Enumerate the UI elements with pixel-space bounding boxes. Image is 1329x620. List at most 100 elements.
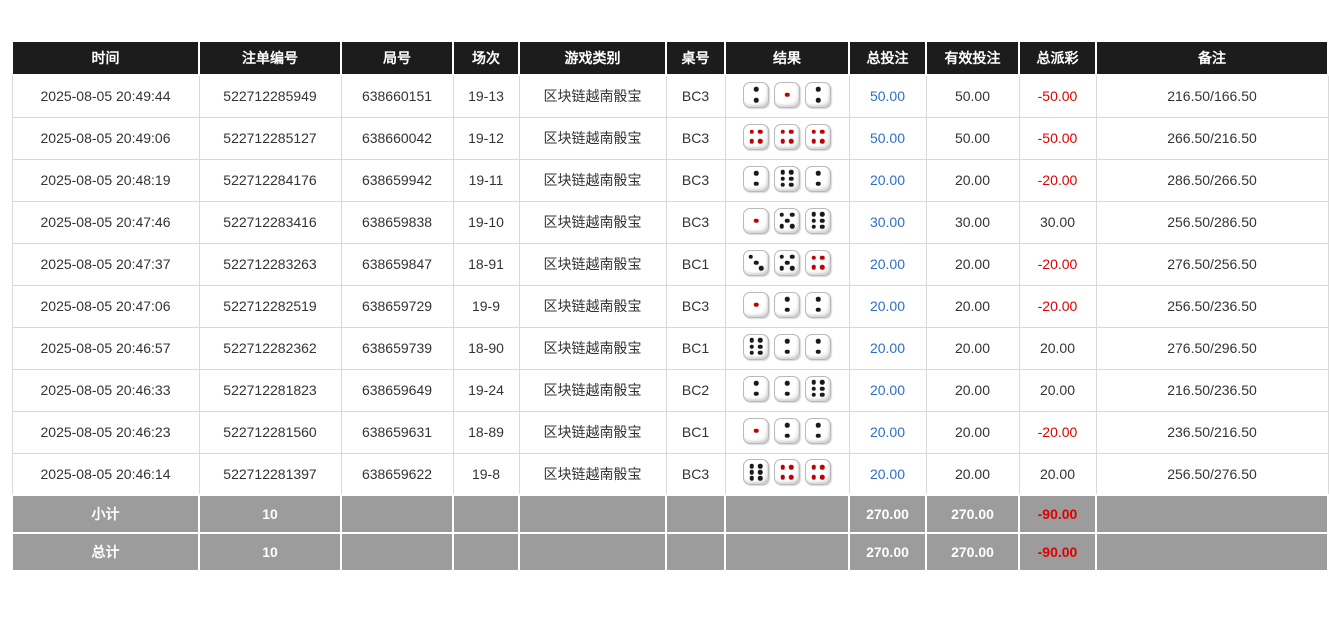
cell-payout: -20.00	[1019, 285, 1096, 327]
die-face-2-icon	[805, 166, 831, 192]
dice-result	[743, 376, 831, 402]
cell-remark: 286.50/266.50	[1096, 159, 1328, 201]
summary-empty-cell	[453, 495, 519, 533]
cell-result	[725, 201, 849, 243]
bet-row: 2025-08-05 20:46:14522712281397638659622…	[12, 453, 1328, 495]
summary-count: 10	[199, 495, 341, 533]
column-header-remark: 备注	[1096, 41, 1328, 75]
summary-empty-cell	[1096, 495, 1328, 533]
total-bet-link[interactable]: 50.00	[870, 88, 905, 104]
cell-session: 18-90	[453, 327, 519, 369]
column-header-valid_bet: 有效投注	[926, 41, 1019, 75]
cell-total_bet[interactable]: 20.00	[849, 243, 926, 285]
summary-empty-cell	[519, 495, 666, 533]
cell-table_no: BC3	[666, 453, 725, 495]
die-face-2-icon	[774, 334, 800, 360]
column-header-round_id: 局号	[341, 41, 453, 75]
cell-session: 19-8	[453, 453, 519, 495]
bet-row: 2025-08-05 20:46:33522712281823638659649…	[12, 369, 1328, 411]
total-bet-link[interactable]: 20.00	[870, 340, 905, 356]
cell-table_no: BC1	[666, 243, 725, 285]
cell-time: 2025-08-05 20:47:06	[12, 285, 199, 327]
die-face-4-icon	[774, 124, 800, 150]
die-face-1-icon	[743, 418, 769, 444]
summary-empty-cell	[341, 533, 453, 571]
header-row: 时间注单编号局号场次游戏类别桌号结果总投注有效投注总派彩备注	[12, 41, 1328, 75]
summary-payout: -90.00	[1019, 533, 1096, 571]
die-face-2-icon	[805, 334, 831, 360]
cell-payout: -50.00	[1019, 117, 1096, 159]
grand-total-row: 总计10270.00270.00-90.00	[12, 533, 1328, 571]
cell-time: 2025-08-05 20:46:14	[12, 453, 199, 495]
column-header-payout: 总派彩	[1019, 41, 1096, 75]
cell-payout: -20.00	[1019, 159, 1096, 201]
cell-remark: 256.50/276.50	[1096, 453, 1328, 495]
cell-total_bet[interactable]: 50.00	[849, 75, 926, 117]
total-bet-link[interactable]: 20.00	[870, 298, 905, 314]
cell-bet_id: 522712283416	[199, 201, 341, 243]
cell-bet_id: 522712285127	[199, 117, 341, 159]
cell-round_id: 638659729	[341, 285, 453, 327]
cell-table_no: BC1	[666, 327, 725, 369]
bet-row: 2025-08-05 20:47:46522712283416638659838…	[12, 201, 1328, 243]
dice-result	[743, 250, 831, 276]
dice-result	[743, 124, 831, 150]
cell-total_bet[interactable]: 30.00	[849, 201, 926, 243]
cell-total_bet[interactable]: 20.00	[849, 453, 926, 495]
payout-value: -20.00	[1038, 256, 1078, 272]
total-bet-link[interactable]: 20.00	[870, 172, 905, 188]
cell-session: 19-10	[453, 201, 519, 243]
cell-total_bet[interactable]: 20.00	[849, 369, 926, 411]
cell-payout: 20.00	[1019, 369, 1096, 411]
cell-remark: 276.50/296.50	[1096, 327, 1328, 369]
cell-result	[725, 75, 849, 117]
cell-table_no: BC2	[666, 369, 725, 411]
bet-records-table: 时间注单编号局号场次游戏类别桌号结果总投注有效投注总派彩备注 2025-08-0…	[11, 40, 1329, 572]
summary-payout-value: -90.00	[1038, 544, 1078, 560]
total-bet-link[interactable]: 20.00	[870, 382, 905, 398]
cell-game_type: 区块链越南骰宝	[519, 75, 666, 117]
summary-label: 总计	[12, 533, 199, 571]
die-face-4-icon	[805, 250, 831, 276]
cell-total_bet[interactable]: 20.00	[849, 411, 926, 453]
dice-result	[743, 459, 831, 485]
payout-value: 20.00	[1040, 382, 1075, 398]
cell-game_type: 区块链越南骰宝	[519, 369, 666, 411]
die-face-6-icon	[805, 376, 831, 402]
bet-row: 2025-08-05 20:47:06522712282519638659729…	[12, 285, 1328, 327]
die-face-2-icon	[743, 376, 769, 402]
total-bet-link[interactable]: 50.00	[870, 130, 905, 146]
cell-total_bet[interactable]: 20.00	[849, 327, 926, 369]
payout-value: -20.00	[1038, 424, 1078, 440]
total-bet-link[interactable]: 20.00	[870, 466, 905, 482]
cell-total_bet[interactable]: 50.00	[849, 117, 926, 159]
total-bet-link[interactable]: 20.00	[870, 256, 905, 272]
cell-time: 2025-08-05 20:48:19	[12, 159, 199, 201]
cell-game_type: 区块链越南骰宝	[519, 243, 666, 285]
cell-total_bet[interactable]: 20.00	[849, 285, 926, 327]
die-face-4-icon	[743, 124, 769, 150]
die-face-2-icon	[743, 166, 769, 192]
cell-total_bet[interactable]: 20.00	[849, 159, 926, 201]
die-face-2-icon	[743, 82, 769, 108]
cell-round_id: 638659649	[341, 369, 453, 411]
cell-game_type: 区块链越南骰宝	[519, 117, 666, 159]
payout-value: -50.00	[1038, 130, 1078, 146]
total-bet-link[interactable]: 20.00	[870, 424, 905, 440]
summary-total-bet: 270.00	[849, 533, 926, 571]
total-bet-link[interactable]: 30.00	[870, 214, 905, 230]
cell-round_id: 638659838	[341, 201, 453, 243]
cell-valid_bet: 20.00	[926, 159, 1019, 201]
die-face-6-icon	[743, 334, 769, 360]
column-header-result: 结果	[725, 41, 849, 75]
cell-round_id: 638659847	[341, 243, 453, 285]
cell-round_id: 638659739	[341, 327, 453, 369]
cell-bet_id: 522712281560	[199, 411, 341, 453]
cell-bet_id: 522712284176	[199, 159, 341, 201]
summary-empty-cell	[453, 533, 519, 571]
cell-remark: 216.50/236.50	[1096, 369, 1328, 411]
cell-payout: -20.00	[1019, 243, 1096, 285]
cell-session: 19-11	[453, 159, 519, 201]
cell-payout: -20.00	[1019, 411, 1096, 453]
summary-empty-cell	[666, 533, 725, 571]
